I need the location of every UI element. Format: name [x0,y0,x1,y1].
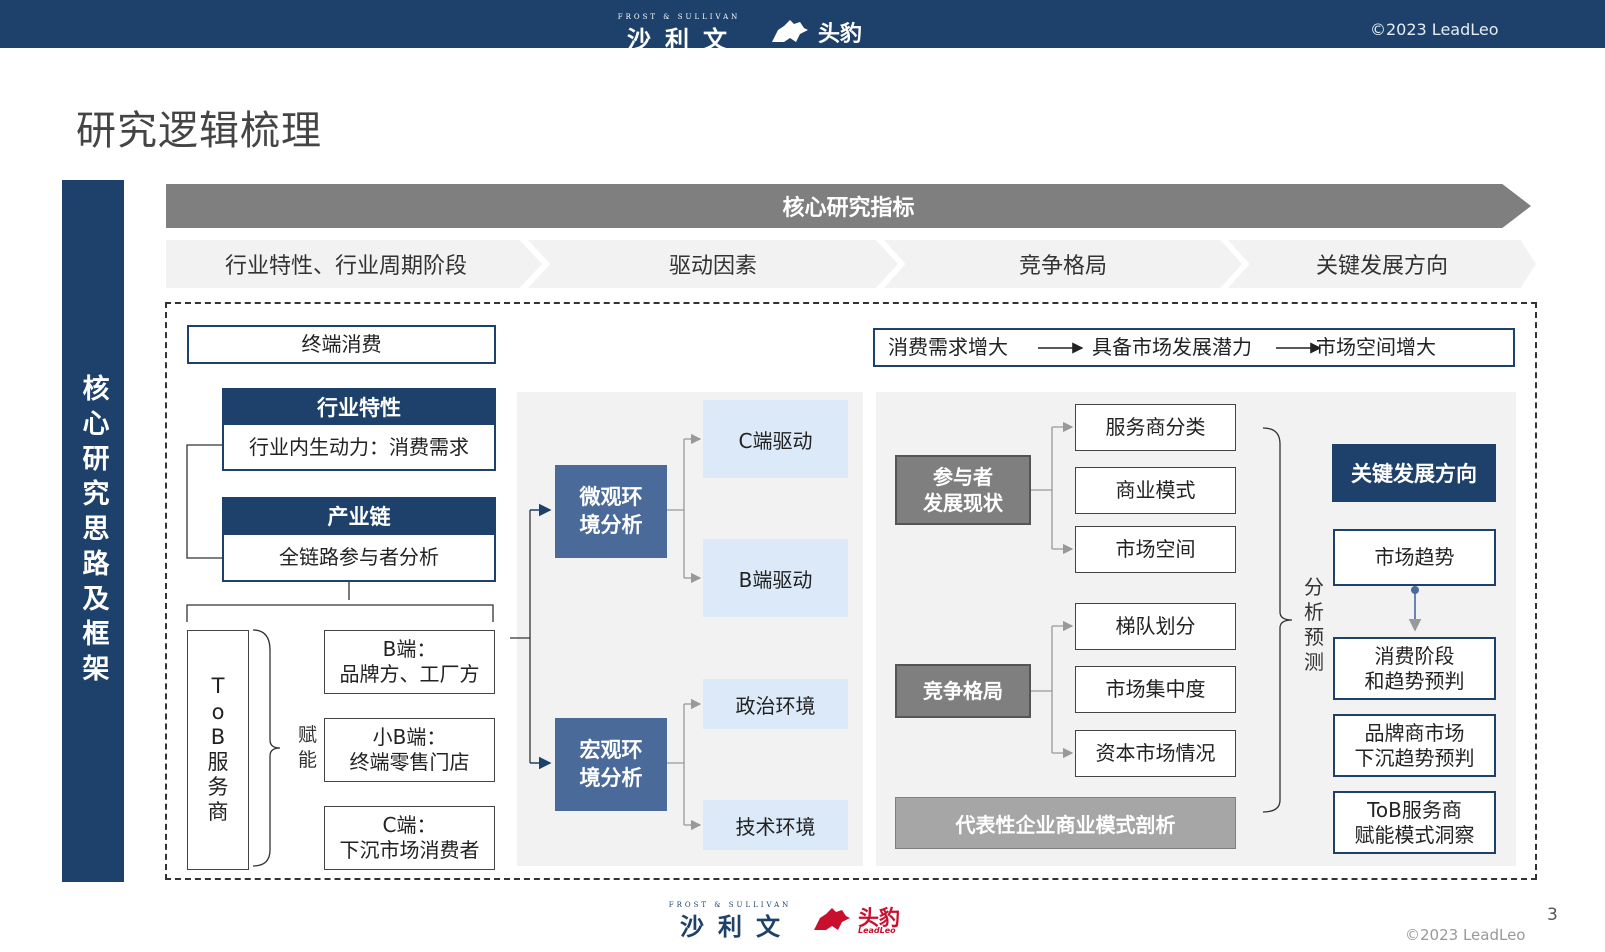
footer-leadleo-dog-icon [812,904,852,934]
lower-top-bracket [186,604,494,622]
left-link-bracket [186,444,222,559]
page-number: 3 [1547,905,1558,925]
footer-frost-logo-text: 沙利文 [680,913,794,941]
analysis-brace [1262,427,1293,813]
copyright-footer: ©2023 LeadLeo [1405,926,1526,944]
connector-lines [186,342,1422,867]
tob-brace [252,629,281,867]
footer-leadleo-subtext: LeadLeo [858,926,896,935]
